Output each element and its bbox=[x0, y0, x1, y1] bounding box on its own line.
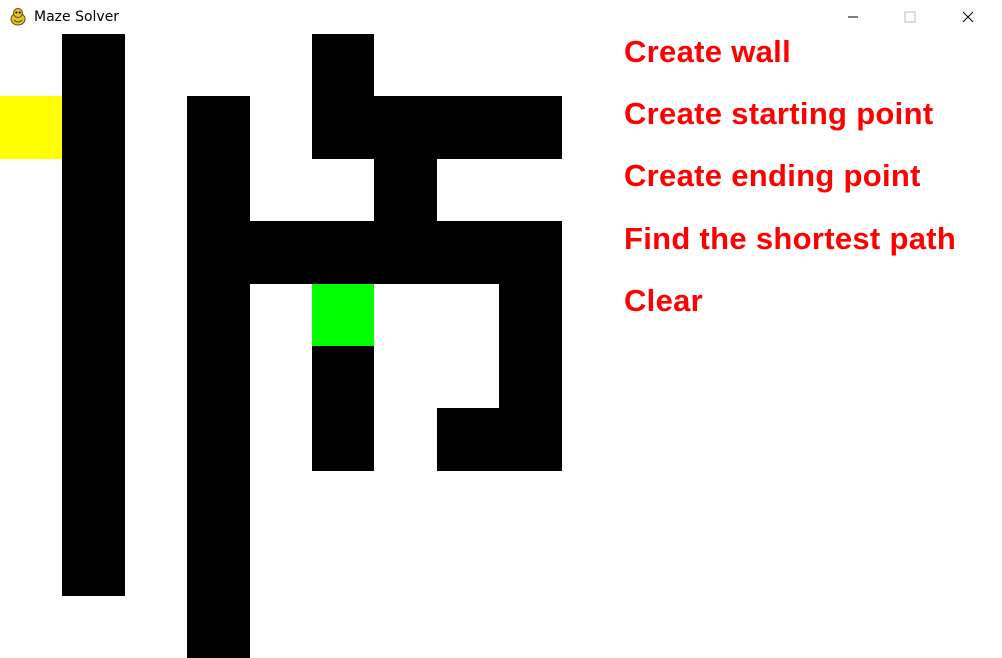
wall-cell[interactable] bbox=[62, 408, 125, 471]
wall-cell[interactable] bbox=[62, 221, 125, 284]
wall-cell[interactable] bbox=[499, 284, 562, 346]
wall-cell[interactable] bbox=[499, 96, 562, 159]
maximize-icon bbox=[904, 8, 916, 27]
wall-cell[interactable] bbox=[187, 346, 250, 408]
maximize-button[interactable] bbox=[887, 0, 933, 34]
wall-cell[interactable] bbox=[374, 221, 437, 284]
wall-cell[interactable] bbox=[62, 159, 125, 221]
wall-cell[interactable] bbox=[187, 96, 250, 159]
create-starting-point-button[interactable]: Create starting point bbox=[624, 96, 933, 132]
clear-button[interactable]: Clear bbox=[624, 283, 703, 319]
close-button[interactable] bbox=[945, 0, 991, 34]
window-title: Maze Solver bbox=[34, 9, 120, 25]
wall-cell[interactable] bbox=[62, 34, 125, 96]
wall-cell[interactable] bbox=[312, 96, 374, 159]
wall-cell[interactable] bbox=[62, 471, 125, 533]
create-wall-button[interactable]: Create wall bbox=[624, 34, 791, 70]
create-ending-point-button[interactable]: Create ending point bbox=[624, 158, 921, 194]
ending-point-cell[interactable] bbox=[312, 284, 374, 346]
wall-cell[interactable] bbox=[250, 221, 312, 284]
wall-cell[interactable] bbox=[187, 596, 250, 658]
wall-cell[interactable] bbox=[312, 34, 374, 96]
wall-cell[interactable] bbox=[437, 221, 499, 284]
wall-cell[interactable] bbox=[62, 533, 125, 596]
minimize-button[interactable] bbox=[830, 0, 876, 34]
wall-cell[interactable] bbox=[312, 408, 374, 471]
wall-cell[interactable] bbox=[187, 408, 250, 471]
wall-cell[interactable] bbox=[312, 346, 374, 408]
wall-cell[interactable] bbox=[437, 96, 499, 159]
wall-cell[interactable] bbox=[374, 159, 437, 221]
wall-cell[interactable] bbox=[499, 408, 562, 471]
wall-cell[interactable] bbox=[187, 533, 250, 596]
wall-cell[interactable] bbox=[187, 159, 250, 221]
wall-cell[interactable] bbox=[62, 96, 125, 159]
minimize-icon bbox=[847, 8, 859, 27]
title-bar[interactable]: Maze Solver bbox=[0, 0, 1002, 34]
wall-cell[interactable] bbox=[187, 284, 250, 346]
wall-cell[interactable] bbox=[437, 408, 499, 471]
wall-cell[interactable] bbox=[499, 346, 562, 408]
wall-cell[interactable] bbox=[499, 221, 562, 284]
wall-cell[interactable] bbox=[62, 284, 125, 346]
pygame-snake-icon bbox=[8, 7, 28, 27]
wall-cell[interactable] bbox=[187, 471, 250, 533]
maze-solver-window: Maze Solver Create wall Create starting … bbox=[0, 0, 1002, 658]
starting-point-cell[interactable] bbox=[0, 96, 62, 159]
wall-cell[interactable] bbox=[374, 96, 437, 159]
close-icon bbox=[962, 8, 974, 27]
find-shortest-path-button[interactable]: Find the shortest path bbox=[624, 221, 956, 257]
wall-cell[interactable] bbox=[187, 221, 250, 284]
wall-cell[interactable] bbox=[312, 221, 374, 284]
wall-cell[interactable] bbox=[62, 346, 125, 408]
